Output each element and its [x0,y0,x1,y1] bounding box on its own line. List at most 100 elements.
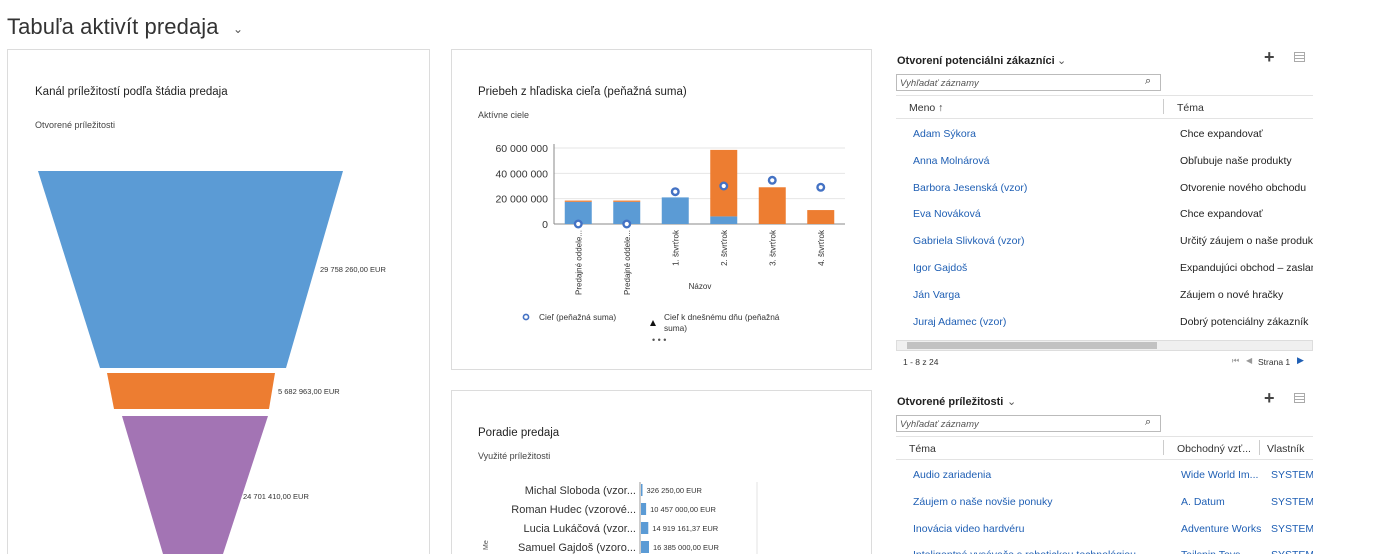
goal-marker[interactable] [816,182,826,192]
ranking-bar[interactable] [641,484,643,496]
opportunity-topic-link[interactable]: Inovácia video hardvéru [913,523,1153,535]
funnel-stage-3[interactable] [122,416,268,554]
add-icon[interactable]: + [1264,47,1275,68]
x-tick-label: 1. štvrťrok [671,229,680,266]
lead-name-link[interactable]: Adam Sýkora [913,128,976,140]
goal-marker[interactable] [719,181,729,191]
dashboard-title[interactable]: Tabuľa aktivít predaja [7,14,219,40]
ranking-category-label: Samuel Gajdoš (vzoro... [518,542,636,554]
lead-name-link[interactable]: Ján Varga [913,289,960,301]
more-legend-icon[interactable]: • • • [652,335,666,345]
leads-header-top [896,95,1313,96]
chevron-down-icon[interactable]: ⌄ [1057,54,1066,67]
lead-topic: Dobrý potenciálny zákazník [1180,315,1309,328]
funnel-label-3: 24 701 410,00 EUR [243,492,309,501]
funnel-stage-2[interactable] [107,373,275,409]
goal-chart-xlabel: Názov [689,282,712,291]
lead-topic: Záujem o nové hračky [1180,288,1284,301]
leads-col-topic[interactable]: Téma [1177,102,1204,114]
goal-marker[interactable] [670,187,680,197]
lead-name-link[interactable]: Eva Nováková [913,208,981,220]
remaining-bar[interactable] [564,200,592,202]
next-page-icon[interactable]: ▶ [1297,355,1304,366]
column-divider [1163,99,1164,114]
lead-topic: Otvorenie nového obchodu [1180,181,1307,194]
y-tick-label: 40 000 000 [495,168,548,180]
remaining-bar[interactable] [613,200,641,202]
ranking-chart: Me Michal Sloboda (vzor... 326 250,00 EUR… [483,482,758,554]
goal-chart-title[interactable]: Priebeh z hľadiska cieľa (peňažná suma) [478,86,687,98]
legend-goal-label[interactable]: Cieľ (peňažná suma) [539,312,616,322]
funnel-label-1: 29 758 260,00 EUR [320,265,386,274]
horizontal-scrollbar[interactable] [896,340,1313,351]
ranking-value-label: 10 457 000,00 EUR [650,505,716,514]
leads-grid-title[interactable]: Otvorení potenciálni zákazníci [897,55,1055,67]
lead-name-link[interactable]: Juraj Adamec (vzor) [913,316,1006,328]
goal-marker[interactable] [622,219,632,229]
opportunity-account-link[interactable]: A. Datum [1181,496,1263,508]
lead-name-link[interactable]: Barbora Jesenská (vzor) [913,182,1027,194]
ranking-category-label: Michal Sloboda (vzor... [525,485,636,497]
opp-col-owner[interactable]: Vlastník [1267,443,1304,455]
funnel-chart-subtitle: Otvorené príležitosti [35,120,116,130]
opportunity-account-link[interactable]: Wide World Im... [1181,469,1263,481]
ranking-bar[interactable] [641,503,647,515]
lead-name-link[interactable]: Gabriela Slivková (vzor) [913,235,1024,247]
x-tick-label: 3. štvrťrok [768,229,777,266]
lead-name-link[interactable]: Igor Gajdoš [913,262,967,274]
first-page-icon[interactable]: ⏮ [1232,356,1239,366]
grid-view-icon[interactable] [1294,52,1305,62]
goal-chart: 60 000 000 40 000 000 20 000 000 0 Predajné… [495,143,845,345]
add-icon[interactable]: + [1264,388,1275,409]
leads-col-name[interactable]: Meno ↑ [909,102,943,114]
opportunity-owner-link[interactable]: SYSTEM [1271,549,1313,554]
scrollbar-thumb[interactable] [907,342,1157,349]
column-divider [1259,440,1260,455]
opportunity-topic-link[interactable]: Záujem o naše novšie ponuky [913,496,1153,508]
lead-topic: Expandujúci obchod – zaslanie [1180,262,1313,274]
lead-topic: Chce expandovať [1180,128,1263,140]
opportunities-grid-title[interactable]: Otvorené príležitosti [897,396,1003,408]
remaining-bar[interactable] [758,187,786,224]
search-icon[interactable]: ⌕ [1145,416,1151,429]
x-tick-label: Predajné oddele... [574,230,583,295]
ranking-category-label: Roman Hudec (vzorové... [511,504,636,516]
y-tick-label: 20 000 000 [495,194,548,206]
grid-view-icon[interactable] [1294,393,1305,403]
opportunity-owner-link[interactable]: SYSTEM [1271,523,1313,535]
legend-today-label[interactable]: Cieľ k dnešnému dňu (peňažná suma) [664,312,782,333]
prev-page-icon[interactable]: ◀ [1246,356,1252,365]
lead-topic: Určitý záujem o naše produkty [1180,235,1313,248]
ranking-chart-title[interactable]: Poradie predaja [478,427,559,439]
lead-topic: Chce expandovať [1180,208,1263,221]
goal-chart-subtitle: Aktívne ciele [478,110,530,120]
goal-marker[interactable] [573,219,583,229]
actual-bar[interactable] [710,216,738,224]
x-tick-label: Predajné oddele... [623,230,632,295]
opportunity-owner-link[interactable]: SYSTEM [1271,469,1313,481]
chevron-down-icon[interactable]: ⌄ [233,22,243,36]
opp-col-account[interactable]: Obchodný vzť... [1177,443,1251,455]
funnel-label-2: 5 682 963,00 EUR [278,387,340,396]
actual-bar[interactable] [661,197,689,224]
chevron-down-icon[interactable]: ⌄ [1007,395,1016,408]
goal-marker[interactable] [767,175,777,185]
ranking-axis-label: Me [483,540,490,550]
opportunity-owner-link[interactable]: SYSTEM [1271,496,1313,508]
ranking-bar[interactable] [641,522,649,534]
opportunities-search-placeholder: Vyhľadať záznamy [900,419,979,430]
opportunity-account-link[interactable]: Tailspin Toys [1181,549,1263,554]
lead-name-link[interactable]: Anna Molnárová [913,155,989,167]
opp-header-top [896,436,1313,437]
opportunity-topic-link[interactable]: Audio zariadenia [913,469,1153,481]
funnel-chart-title[interactable]: Kanál príležitostí podľa štádia predaja [35,86,228,98]
opportunity-account-link[interactable]: Adventure Works [1181,523,1263,535]
leads-record-count: 1 - 8 z 24 [903,357,939,367]
remaining-bar[interactable] [807,210,835,224]
funnel-stage-1[interactable] [38,171,343,368]
ranking-bar[interactable] [641,541,649,553]
opp-col-topic[interactable]: Téma [909,443,936,455]
x-tick-label: 2. štvrťrok [720,229,729,266]
opportunity-topic-link[interactable]: Inteligentné vysávače s robotickou techn… [913,549,1153,554]
search-icon[interactable]: ⌕ [1145,75,1151,88]
